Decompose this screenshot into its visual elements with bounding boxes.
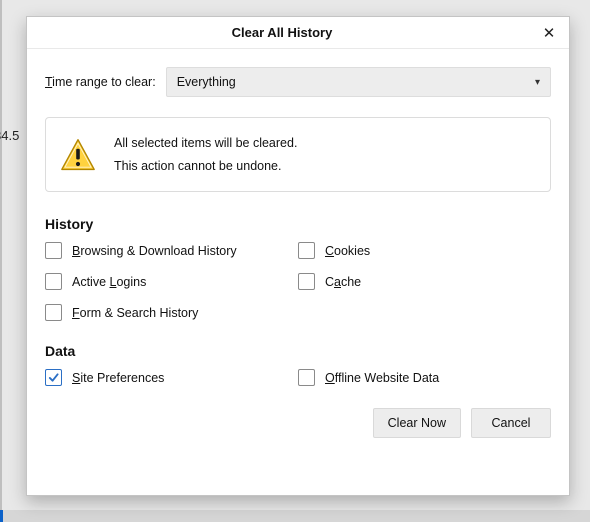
- checkbox-label-offline-website-data: Offline Website Data: [325, 371, 439, 385]
- dialog-title: Clear All History: [27, 25, 537, 40]
- background-partial-text: 34.5: [0, 128, 19, 143]
- data-section-title: Data: [45, 343, 551, 359]
- close-button[interactable]: ✕: [537, 21, 561, 45]
- checkbox-cache[interactable]: Cache: [298, 273, 551, 290]
- background-link-fragment: [0, 510, 3, 522]
- checkbox-form-search-history[interactable]: Form & Search History: [45, 304, 298, 321]
- clear-now-button[interactable]: Clear Now: [373, 408, 461, 438]
- checkbox-label-cookies: Cookies: [325, 244, 370, 258]
- checkbox-box-cookies[interactable]: [298, 242, 315, 259]
- warning-text: All selected items will be cleared. This…: [114, 132, 297, 177]
- checkbox-box-browsing-download-history[interactable]: [45, 242, 62, 259]
- dialog-content: Time range to clear: Everything ▾ All se…: [27, 49, 569, 452]
- time-range-value: Everything: [177, 75, 236, 89]
- close-icon: ✕: [543, 24, 556, 42]
- warning-line-2: This action cannot be undone.: [114, 155, 297, 178]
- time-range-label: Time range to clear:: [45, 75, 156, 89]
- checkbox-box-site-preferences[interactable]: [45, 369, 62, 386]
- checkbox-site-preferences[interactable]: Site Preferences: [45, 369, 298, 386]
- checkbox-box-form-search-history[interactable]: [45, 304, 62, 321]
- history-section-title: History: [45, 216, 551, 232]
- checkbox-label-site-preferences: Site Preferences: [72, 371, 164, 385]
- checkbox-label-form-search-history: Form & Search History: [72, 306, 198, 320]
- warning-icon: [60, 137, 96, 173]
- checkbox-browsing-download-history[interactable]: Browsing & Download History: [45, 242, 298, 259]
- chevron-down-icon: ▾: [535, 77, 540, 88]
- background-divider: [0, 0, 2, 510]
- warning-box: All selected items will be cleared. This…: [45, 117, 551, 192]
- dialog-titlebar: Clear All History ✕: [27, 17, 569, 49]
- dialog-button-row: Clear Now Cancel: [45, 408, 551, 438]
- checkbox-label-active-logins: Active Logins: [72, 275, 146, 289]
- clear-history-dialog: Clear All History ✕ Time range to clear:…: [26, 16, 570, 496]
- warning-line-1: All selected items will be cleared.: [114, 132, 297, 155]
- checkbox-box-cache[interactable]: [298, 273, 315, 290]
- checkbox-offline-website-data[interactable]: Offline Website Data: [298, 369, 551, 386]
- time-range-dropdown[interactable]: Everything ▾: [166, 67, 551, 97]
- checkbox-active-logins[interactable]: Active Logins: [45, 273, 298, 290]
- checkbox-box-offline-website-data[interactable]: [298, 369, 315, 386]
- data-checkbox-grid: Site Preferences Offline Website Data: [45, 369, 551, 386]
- checkbox-cookies[interactable]: Cookies: [298, 242, 551, 259]
- time-range-row: Time range to clear: Everything ▾: [45, 67, 551, 97]
- history-checkbox-grid: Browsing & Download History Cookies Active…: [45, 242, 551, 321]
- cancel-button[interactable]: Cancel: [471, 408, 551, 438]
- checkbox-label-cache: Cache: [325, 275, 361, 289]
- checkbox-label-browsing-download-history: Browsing & Download History: [72, 244, 237, 258]
- checkbox-box-active-logins[interactable]: [45, 273, 62, 290]
